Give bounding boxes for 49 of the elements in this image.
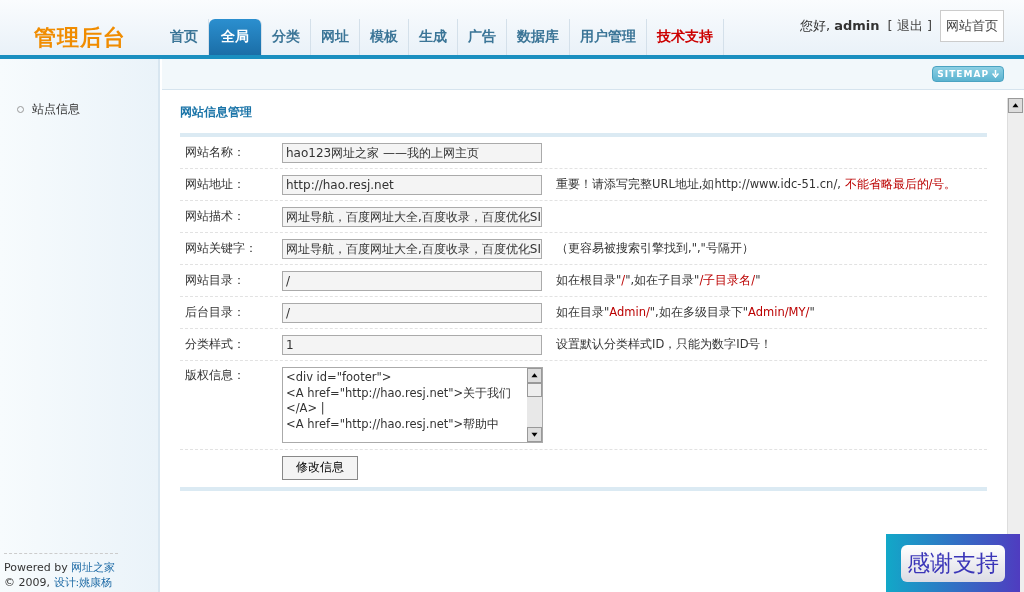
down-arrow-icon	[992, 70, 999, 78]
field-label: 分类样式：	[185, 336, 246, 353]
field-label: 网站地址：	[185, 176, 246, 193]
field-hint: 重要！请添写完整URL地址,如http://www.idc-51.cn/, 不能省略最后的/号。	[556, 177, 957, 192]
input-field[interactable]: hao123网址之家 ——我的上网主页	[282, 142, 542, 163]
field-label: 网站描术：	[185, 208, 246, 225]
powered-by-text: Powered by	[4, 561, 68, 574]
nav-tab[interactable]: 分类	[262, 19, 311, 55]
nav-tab[interactable]: 用户管理	[570, 19, 647, 55]
field-hint: 如在根目录"/",如在子目录"/子目录名/"	[556, 273, 761, 288]
field-label: 后台目录：	[185, 304, 246, 321]
nav-tab[interactable]: 模板	[360, 19, 409, 55]
logo-text: 管理后台	[34, 23, 126, 52]
scroll-up-icon[interactable]	[527, 368, 542, 383]
input-field[interactable]: /	[282, 302, 542, 323]
input-field[interactable]: 1	[282, 334, 542, 355]
submit-button[interactable]: 修改信息	[282, 455, 358, 480]
nav-tab[interactable]: 生成	[409, 19, 458, 55]
copyright-text: © 2009,	[4, 576, 50, 589]
text-area[interactable]: <div id="footer"> <A href="http://hao.resj.net">关于我们</A> | <A href="http://hao.resj.net">帮助中	[282, 367, 543, 443]
powered-by-link[interactable]: 网址之家	[71, 561, 116, 574]
input-field[interactable]: 网址导航，百度网址大全,百度收录，百度优化SI	[282, 206, 542, 227]
input-field[interactable]: http://hao.resj.net	[282, 174, 542, 195]
input-field[interactable]: /	[282, 270, 542, 291]
nav-tab[interactable]: 全局	[209, 19, 262, 55]
field-label: 网站名称：	[185, 144, 246, 161]
thanks-badge[interactable]: 感谢支持	[886, 534, 1020, 592]
sidebar-item[interactable]: 站点信息	[0, 87, 158, 118]
field-label: 网站目录：	[185, 272, 246, 289]
nav-tab[interactable]: 数据库	[507, 19, 570, 55]
field-hint: 如在目录"Admin/",如在多级目录下"Admin/MY/"	[556, 305, 815, 320]
designer-link[interactable]: 设计:姚康杨	[53, 576, 113, 589]
scroll-down-icon[interactable]	[527, 427, 542, 442]
scroll-thumb[interactable]	[527, 383, 542, 397]
nav-tab[interactable]: 技术支持	[647, 19, 724, 55]
nav-tab[interactable]: 广告	[458, 19, 507, 55]
input-field[interactable]: 网址导航，百度网址大全,百度收录，百度优化SI	[282, 238, 542, 259]
field-label: 网站关键字：	[185, 240, 258, 257]
field-hint: （更容易被搜索引擎找到,","号隔开）	[556, 241, 754, 256]
site-home-button[interactable]: 网站首页	[940, 10, 1004, 42]
scrollbar[interactable]	[527, 368, 542, 442]
greeting-text: 您好, admin	[799, 17, 880, 35]
field-hint: 设置默认分类样式ID，只能为数字ID号！	[556, 337, 773, 352]
scroll-up-icon[interactable]	[1008, 98, 1023, 113]
logout-link[interactable]: [ 退出 ]	[887, 17, 932, 35]
section-title: 网站信息管理	[180, 104, 253, 121]
field-label: 版权信息：	[185, 367, 246, 384]
scrollbar[interactable]	[1007, 98, 1024, 592]
nav-tab[interactable]: 网址	[311, 19, 360, 55]
